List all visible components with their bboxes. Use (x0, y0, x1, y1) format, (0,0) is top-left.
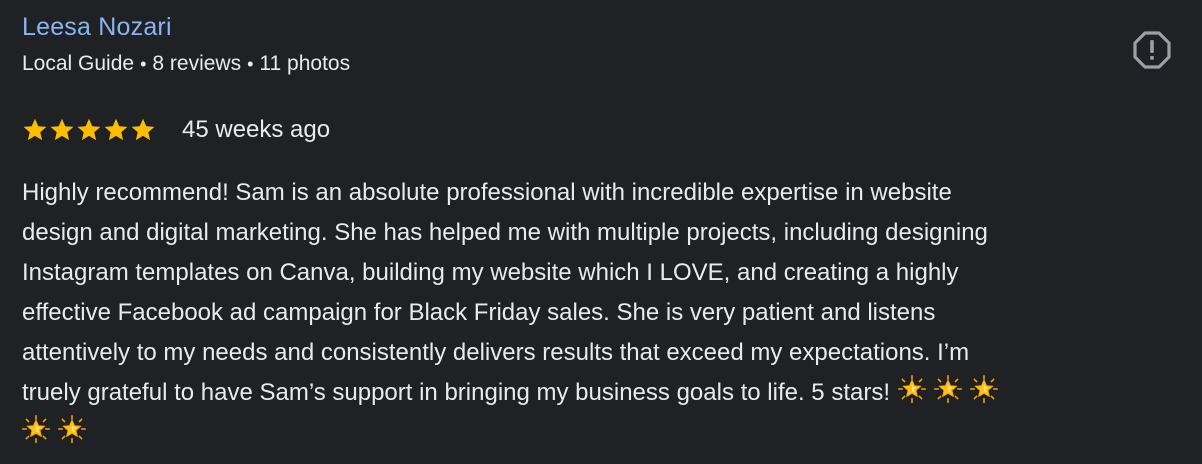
star-filled-icon (49, 117, 75, 143)
report-review-button[interactable] (1130, 28, 1174, 72)
review-text-line: Highly recommend! Sam is an absolute pro… (22, 179, 952, 206)
review-text-line: attentively to my needs and consistently… (22, 339, 970, 366)
separator-dot: • (140, 54, 147, 74)
review-text: Highly recommend! Sam is an absolute pro… (22, 173, 1192, 453)
star-rating (22, 117, 156, 143)
local-guide-badge: Local Guide (22, 52, 135, 75)
star-filled-icon (103, 117, 129, 143)
glowing-star-icon (58, 415, 86, 443)
glowing-star-icon (934, 375, 962, 403)
star-filled-icon (22, 117, 48, 143)
glowing-star-icon (970, 375, 998, 403)
glowing-star-icon (898, 375, 926, 403)
review-age: 45 weeks ago (182, 116, 331, 143)
glowing-star-icon (22, 415, 50, 443)
star-filled-icon (130, 117, 156, 143)
reviewer-name[interactable]: Leesa Nozari (22, 12, 172, 42)
review-card: Leesa Nozari Local Guide • 8 reviews • 11 ph… (0, 0, 1202, 464)
review-text-line: effective Facebook ad campaign for Black… (22, 299, 936, 326)
report-alert-icon (1133, 31, 1171, 69)
review-text-line: Instagram templates on Canva, building m… (22, 259, 959, 286)
rating-row: 45 weeks ago (22, 113, 330, 147)
separator-dot: • (247, 54, 254, 74)
photos-count: 11 photos (259, 52, 351, 75)
review-text-line: truely grateful to have Sam’s support in… (22, 379, 890, 406)
review-text-line: design and digital marketing. She has he… (22, 219, 988, 246)
review-text-line-last: truely grateful to have Sam’s support in… (22, 373, 1192, 413)
review-text-emoji-line (22, 413, 1192, 453)
star-filled-icon (76, 117, 102, 143)
reviews-count: 8 reviews (152, 52, 242, 75)
reviewer-meta: Local Guide • 8 reviews • 11 photos (22, 51, 350, 77)
